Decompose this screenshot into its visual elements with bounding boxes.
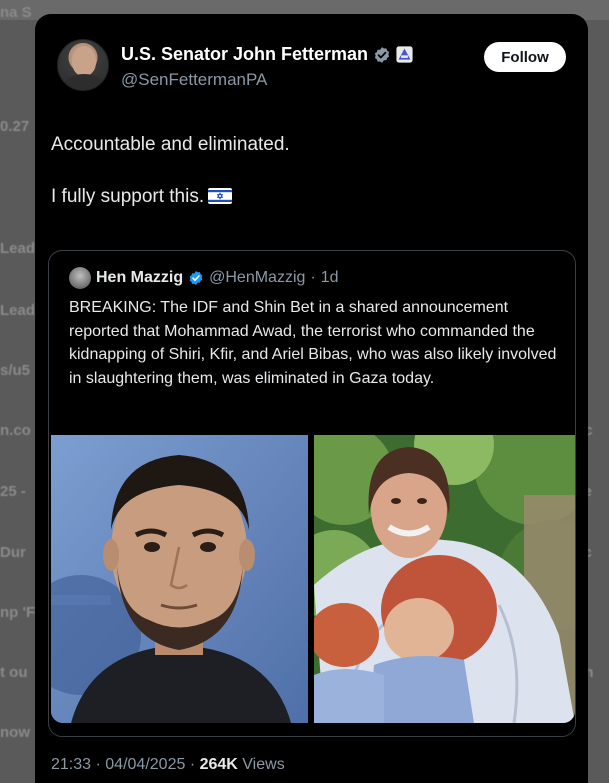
verified-badge-icon (373, 46, 391, 64)
quoted-post-age[interactable]: 1d (321, 269, 339, 287)
author-handle[interactable]: @SenFettermanPA (121, 70, 267, 90)
israel-flag-icon (208, 186, 233, 204)
views-count[interactable]: 264K (200, 756, 238, 773)
author-name-row: U.S. Senator John Fetterman (121, 44, 413, 65)
post-text-line-2: I fully support this. (51, 184, 568, 210)
post-header: U.S. Senator John Fetterman @SenFetterma… (35, 14, 588, 104)
background-text: Lead (0, 302, 36, 319)
quoted-author-handle[interactable]: @HenMazzig (209, 269, 305, 287)
quoted-photo-family[interactable] (314, 435, 575, 723)
post-card[interactable]: U.S. Senator John Fetterman @SenFetterma… (35, 14, 588, 783)
background-text: 0.27 (0, 118, 30, 135)
quoted-post-header: Hen Mazzig @HenMazzig · 1d (69, 267, 339, 289)
quoted-separator: · (310, 269, 316, 286)
post-text-line: Accountable and eliminated. (51, 134, 290, 155)
verified-badge-icon (188, 270, 204, 286)
quoted-author-avatar[interactable] (69, 267, 91, 289)
quoted-post[interactable]: Hen Mazzig @HenMazzig · 1d BREAKING: The… (48, 250, 576, 737)
post-date[interactable]: 04/04/2025 (105, 756, 185, 773)
author-name[interactable]: U.S. Senator John Fetterman (121, 44, 368, 65)
quoted-author-name[interactable]: Hen Mazzig (96, 269, 183, 287)
post-time[interactable]: 21:33 (51, 756, 91, 773)
post-text: Accountable and eliminated. I fully supp… (51, 132, 568, 236)
views-label: Views (242, 756, 285, 773)
post-meta-separator: · (189, 756, 196, 773)
background-text: np 'F (0, 604, 36, 621)
post-metadata: 21:33 · 04/04/2025 · 264K Views (51, 756, 285, 774)
background-text: 25 - (0, 483, 26, 500)
author-avatar[interactable] (57, 39, 109, 91)
post-meta-separator: · (95, 756, 101, 773)
follow-button[interactable]: Follow (484, 42, 566, 72)
post-text-line: I fully support this. (51, 186, 205, 207)
background-text: now (0, 724, 30, 741)
background-text: s/u5 (0, 362, 31, 379)
government-badge-icon (396, 46, 413, 63)
background-text: Dur (0, 544, 26, 561)
background-text: t ou (0, 664, 28, 681)
background-text: n.co (0, 422, 31, 439)
background-text: na S (0, 4, 32, 21)
background-text: Lead (0, 240, 36, 257)
quoted-photo-portrait[interactable] (51, 435, 308, 723)
quoted-post-text: BREAKING: The IDF and Shin Bet in a shar… (69, 299, 557, 387)
